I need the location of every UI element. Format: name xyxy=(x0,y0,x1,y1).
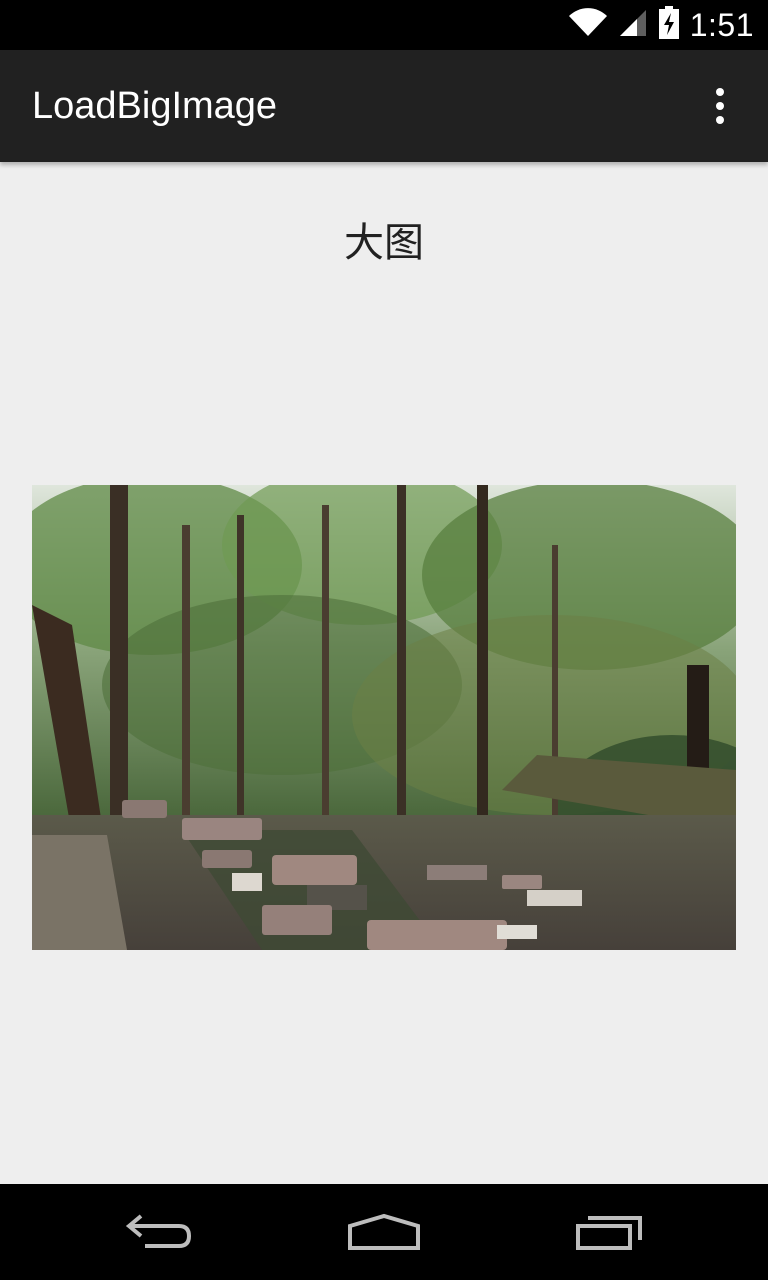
app-title: LoadBigImage xyxy=(32,85,278,127)
battery-charging-icon xyxy=(658,6,680,44)
more-vert-icon[interactable] xyxy=(700,86,740,126)
wifi-icon xyxy=(568,8,608,42)
overflow-dot xyxy=(716,102,724,110)
action-bar: LoadBigImage xyxy=(0,50,768,162)
main-content: 大图 xyxy=(0,162,768,1184)
overflow-dot xyxy=(716,116,724,124)
recents-icon[interactable] xyxy=(560,1202,660,1262)
page-heading: 大图 xyxy=(344,220,424,266)
navigation-bar xyxy=(0,1184,768,1280)
back-icon[interactable] xyxy=(110,1202,210,1262)
overflow-dot xyxy=(716,88,724,96)
status-icons: 1:51 xyxy=(568,0,754,50)
home-icon[interactable] xyxy=(334,1202,434,1262)
cell-signal-icon xyxy=(618,8,648,42)
status-bar: 1:51 xyxy=(0,0,768,50)
forest-park-photo xyxy=(32,485,736,950)
clock: 1:51 xyxy=(689,6,754,43)
